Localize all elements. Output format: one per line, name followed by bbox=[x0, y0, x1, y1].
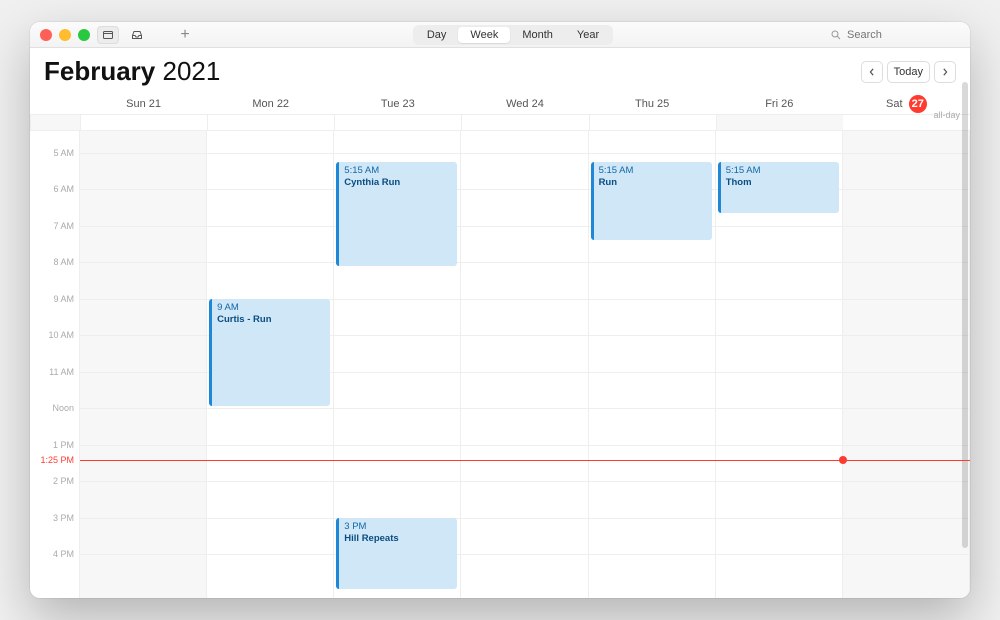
event-title: Cynthia Run bbox=[344, 177, 452, 189]
calendar-window: + DayWeekMonthYear February 2021 Today S… bbox=[30, 22, 970, 598]
week-nav: Today bbox=[861, 61, 956, 83]
day-header: Mon 22 bbox=[207, 98, 334, 110]
calendar-event[interactable]: 5:15 AMCynthia Run bbox=[336, 162, 457, 266]
day-column[interactable]: 9 AMCurtis - Run bbox=[207, 131, 334, 598]
event-time: 3 PM bbox=[344, 521, 452, 533]
allday-cell[interactable] bbox=[716, 115, 843, 130]
search-icon bbox=[830, 29, 842, 41]
close-window-button[interactable] bbox=[40, 29, 52, 41]
day-column[interactable]: 5:15 AMRun bbox=[589, 131, 716, 598]
titlebar: + DayWeekMonthYear bbox=[30, 22, 970, 48]
window-controls bbox=[40, 29, 90, 41]
day-header: Sun 21 bbox=[80, 98, 207, 110]
day-column[interactable] bbox=[461, 131, 588, 598]
calendars-sidebar-icon[interactable] bbox=[97, 26, 119, 44]
event-title: Run bbox=[599, 177, 707, 189]
view-month-button[interactable]: Month bbox=[510, 27, 565, 43]
allday-cell[interactable] bbox=[30, 115, 80, 130]
day-column[interactable]: 5:15 AMThom bbox=[716, 131, 843, 598]
day-header-row: Sun 21Mon 22Tue 23Wed 24Thu 25Fri 26Sat … bbox=[30, 93, 970, 115]
event-title: Hill Repeats bbox=[344, 533, 452, 545]
calendar-event[interactable]: 5:15 AMThom bbox=[718, 162, 839, 213]
calendar-event[interactable]: 3 PMHill Repeats bbox=[336, 518, 457, 589]
event-time: 5:15 AM bbox=[726, 165, 834, 177]
allday-cell[interactable] bbox=[461, 115, 588, 130]
view-year-button[interactable]: Year bbox=[565, 27, 611, 43]
event-time: 9 AM bbox=[217, 302, 325, 314]
day-header: Thu 25 bbox=[589, 98, 716, 110]
inbox-icon[interactable] bbox=[126, 26, 148, 44]
view-segmented-control: DayWeekMonthYear bbox=[413, 25, 613, 45]
hour-label: 1 PM bbox=[53, 440, 74, 450]
hour-label: 7 AM bbox=[53, 221, 74, 231]
hour-label: 2 PM bbox=[53, 476, 74, 486]
hour-label: 3 PM bbox=[53, 513, 74, 523]
allday-cell[interactable] bbox=[334, 115, 461, 130]
next-week-button[interactable] bbox=[934, 61, 956, 83]
hour-label: 4 PM bbox=[53, 549, 74, 559]
allday-cell[interactable] bbox=[207, 115, 334, 130]
week-grid[interactable]: 5 AM 6 AM 7 AM 8 AM 9 AM 10 AM 11 AM Noon 1 PM 2 … bbox=[30, 131, 970, 598]
day-header: Tue 23 bbox=[334, 98, 461, 110]
hour-label: 6 AM bbox=[53, 184, 74, 194]
event-time: 5:15 AM bbox=[599, 165, 707, 177]
zoom-window-button[interactable] bbox=[78, 29, 90, 41]
day-header: Wed 24 bbox=[461, 98, 588, 110]
view-week-button[interactable]: Week bbox=[458, 27, 510, 43]
time-gutter: 5 AM 6 AM 7 AM 8 AM 9 AM 10 AM 11 AM Noon 1 PM 2 … bbox=[30, 131, 80, 598]
event-time: 5:15 AM bbox=[344, 165, 452, 177]
allday-cell[interactable] bbox=[589, 115, 716, 130]
hour-label: 9 AM bbox=[53, 294, 74, 304]
hour-label: Noon bbox=[52, 403, 74, 413]
today-date-badge: 27 bbox=[909, 95, 927, 113]
chevron-left-icon bbox=[868, 68, 876, 76]
month-year-title: February 2021 bbox=[44, 56, 220, 87]
hour-label: 8 AM bbox=[53, 257, 74, 267]
day-column[interactable] bbox=[843, 131, 970, 598]
allday-label: all-day bbox=[933, 107, 965, 123]
chevron-right-icon bbox=[941, 68, 949, 76]
hour-label: 5 AM bbox=[53, 148, 74, 158]
search-input[interactable] bbox=[847, 29, 927, 41]
day-column[interactable] bbox=[80, 131, 207, 598]
event-title: Curtis - Run bbox=[217, 314, 325, 326]
allday-cell[interactable] bbox=[80, 115, 207, 130]
allday-row: all-day bbox=[30, 115, 970, 131]
current-time-label: 1:25 PM bbox=[38, 455, 74, 465]
calendar-event[interactable]: 5:15 AMRun bbox=[591, 162, 712, 240]
view-day-button[interactable]: Day bbox=[415, 27, 459, 43]
prev-week-button[interactable] bbox=[861, 61, 883, 83]
add-event-icon[interactable]: + bbox=[174, 26, 196, 44]
minimize-window-button[interactable] bbox=[59, 29, 71, 41]
search-field[interactable] bbox=[830, 29, 960, 41]
calendar-event[interactable]: 9 AMCurtis - Run bbox=[209, 299, 330, 407]
month-header: February 2021 Today bbox=[30, 48, 970, 93]
event-title: Thom bbox=[726, 177, 834, 189]
hour-label: 10 AM bbox=[48, 330, 74, 340]
day-header: Fri 26 bbox=[716, 98, 843, 110]
day-column[interactable]: 5:15 AMCynthia Run 3 PMHill Repeats bbox=[334, 131, 461, 598]
hour-label: 11 AM bbox=[49, 367, 74, 377]
today-button[interactable]: Today bbox=[887, 61, 930, 83]
